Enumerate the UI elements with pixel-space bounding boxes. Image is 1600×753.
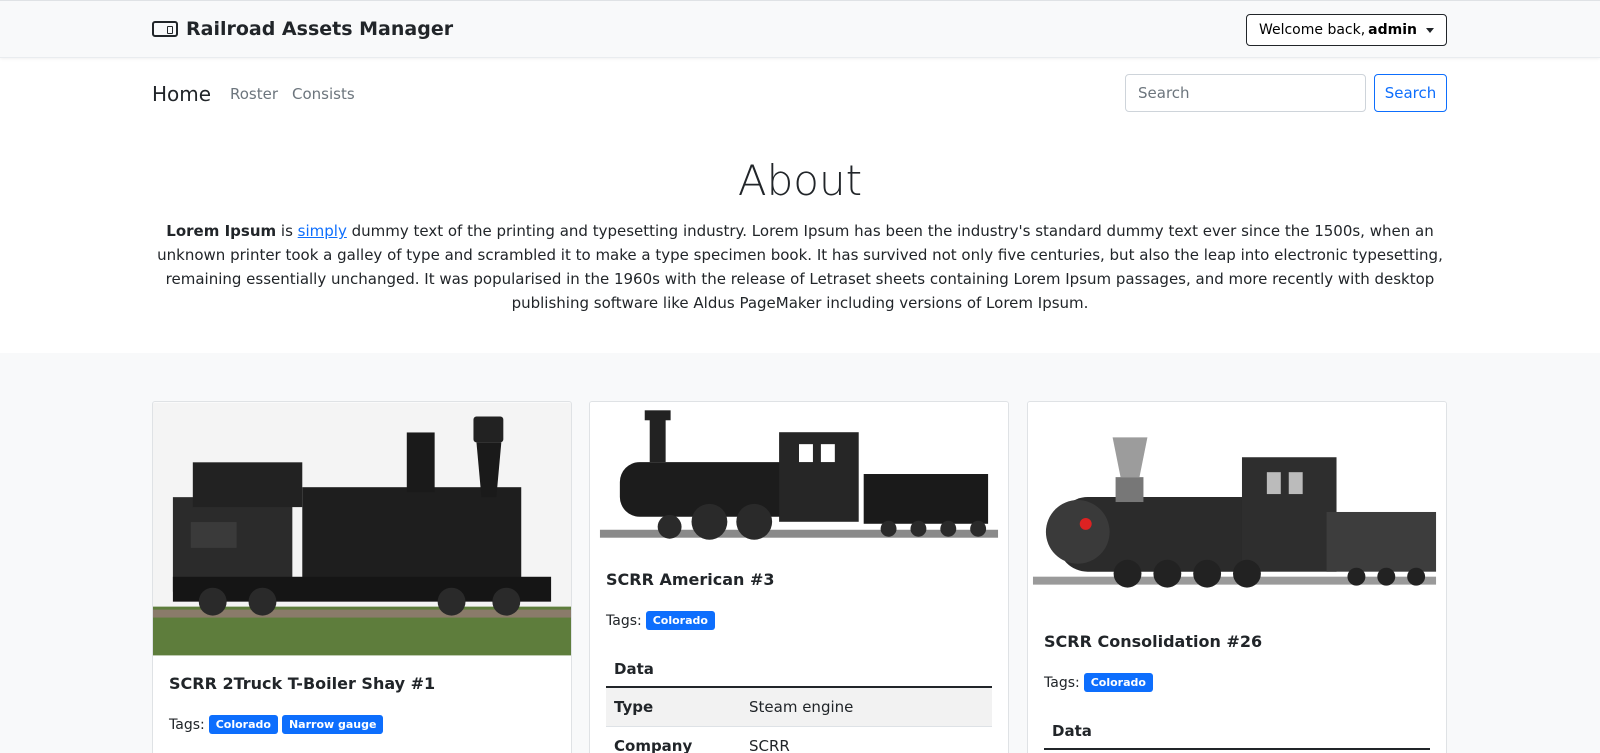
user-menu-button[interactable]: Welcome back, admin (1245, 14, 1447, 46)
asset-card[interactable]: SCRR Consolidation #26 Tags: Colorado Da… (1027, 401, 1447, 753)
data-table: Data (1044, 710, 1430, 750)
table-header: Data (606, 648, 992, 688)
brand[interactable]: Railroad Assets Manager (152, 18, 453, 40)
about-link[interactable]: simply (298, 222, 347, 240)
cards-area: SCRR 2Truck T-Boiler Shay #1 Tags: Color… (0, 353, 1600, 753)
search-button[interactable]: Search (1374, 74, 1447, 112)
about-is: is (276, 222, 298, 240)
tags: Tags: Colorado (606, 611, 992, 630)
table-header: Data (1044, 710, 1430, 750)
top-navbar: Railroad Assets Manager Welcome back, ad… (0, 0, 1600, 58)
search-input[interactable] (1125, 74, 1366, 112)
card-title[interactable]: SCRR Consolidation #26 (1044, 632, 1430, 651)
row-value: Steam engine (741, 687, 992, 727)
row-key: Company (606, 726, 741, 753)
about-rest: dummy text of the printing and typesetti… (157, 222, 1443, 312)
tags: Tags: Colorado Narrow gauge (169, 715, 555, 734)
row-key: Type (606, 687, 741, 727)
nav-roster[interactable]: Roster (230, 85, 278, 103)
username: admin (1368, 22, 1417, 38)
asset-card[interactable]: SCRR American #3 Tags: Colorado Data Typ… (589, 401, 1009, 753)
data-table: Data Type Steam engine Company SCRR (606, 648, 992, 753)
locomotive-image (590, 402, 1008, 552)
card-title[interactable]: SCRR 2Truck T-Boiler Shay #1 (169, 674, 555, 693)
about-text: Lorem Ipsum is simply dummy text of the … (150, 219, 1450, 315)
tag-badge[interactable]: Narrow gauge (281, 715, 384, 734)
tags-label: Tags: (169, 716, 205, 733)
tags-label: Tags: (1044, 674, 1080, 691)
tag-badge[interactable]: Colorado (645, 611, 715, 630)
row-value: SCRR (741, 726, 992, 753)
locomotive-image (153, 402, 571, 656)
tag-badge[interactable]: Colorado (1083, 673, 1153, 692)
welcome-text: Welcome back, (1258, 22, 1366, 38)
tags: Tags: Colorado (1044, 673, 1430, 692)
locomotive-image (1028, 402, 1446, 614)
table-row: Type Steam engine (606, 687, 992, 727)
card-title[interactable]: SCRR American #3 (606, 570, 992, 589)
about-lead: Lorem Ipsum (166, 222, 277, 240)
asset-card[interactable]: SCRR 2Truck T-Boiler Shay #1 Tags: Color… (152, 401, 572, 753)
nav-home[interactable]: Home (152, 82, 211, 106)
brand-name: Railroad Assets Manager (186, 18, 454, 40)
caret-down-icon (1426, 27, 1434, 33)
tags-label: Tags: (606, 612, 642, 629)
main-nav: Home Roster Consists Search (0, 58, 1600, 130)
nav-consists[interactable]: Consists (292, 85, 355, 103)
tag-badge[interactable]: Colorado (208, 715, 278, 734)
wallet-icon (152, 21, 178, 37)
about-section: About Lorem Ipsum is simply dummy text o… (0, 130, 1600, 353)
table-row: Company SCRR (606, 726, 992, 753)
about-title: About (737, 156, 863, 205)
